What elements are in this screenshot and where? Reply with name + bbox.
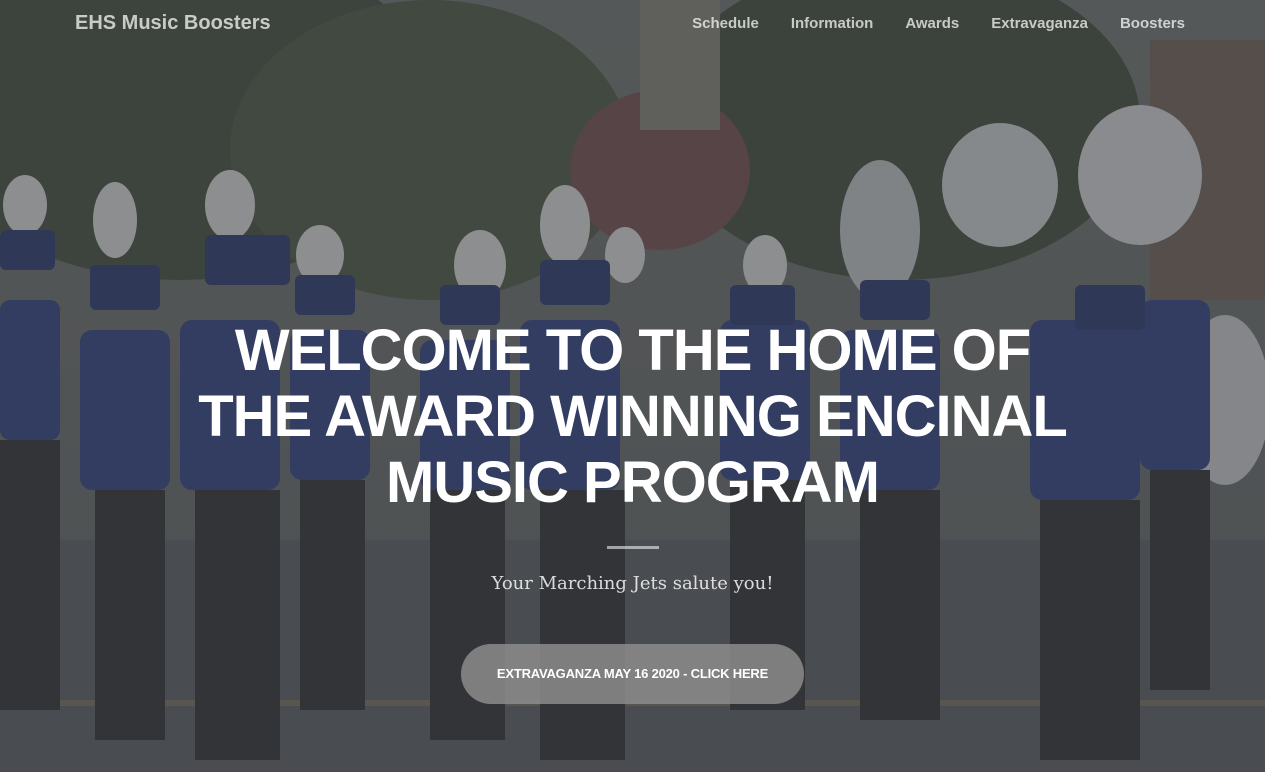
top-navbar: EHS Music Boosters Schedule Information … [0, 0, 1265, 50]
nav-link-extravaganza[interactable]: Extravaganza [991, 15, 1088, 32]
hero-subtitle: Your Marching Jets salute you! [491, 573, 774, 594]
hero-section: EHS Music Boosters Schedule Information … [0, 0, 1265, 772]
nav-link-schedule[interactable]: Schedule [692, 15, 759, 32]
brand-link[interactable]: EHS Music Boosters [75, 12, 271, 35]
title-divider [606, 546, 659, 549]
hero-content: WELCOME TO THE HOME OF THE AWARD WINNING… [0, 318, 1265, 704]
nav-link-awards[interactable]: Awards [905, 15, 959, 32]
nav-link-boosters[interactable]: Boosters [1120, 15, 1185, 32]
nav-link-information[interactable]: Information [791, 15, 874, 32]
extravaganza-cta-button[interactable]: EXTRAVAGANZA MAY 16 2020 - CLICK HERE [460, 644, 805, 704]
hero-title: WELCOME TO THE HOME OF THE AWARD WINNING… [198, 318, 1068, 515]
nav-links: Schedule Information Awards Extravaganza… [692, 15, 1185, 32]
